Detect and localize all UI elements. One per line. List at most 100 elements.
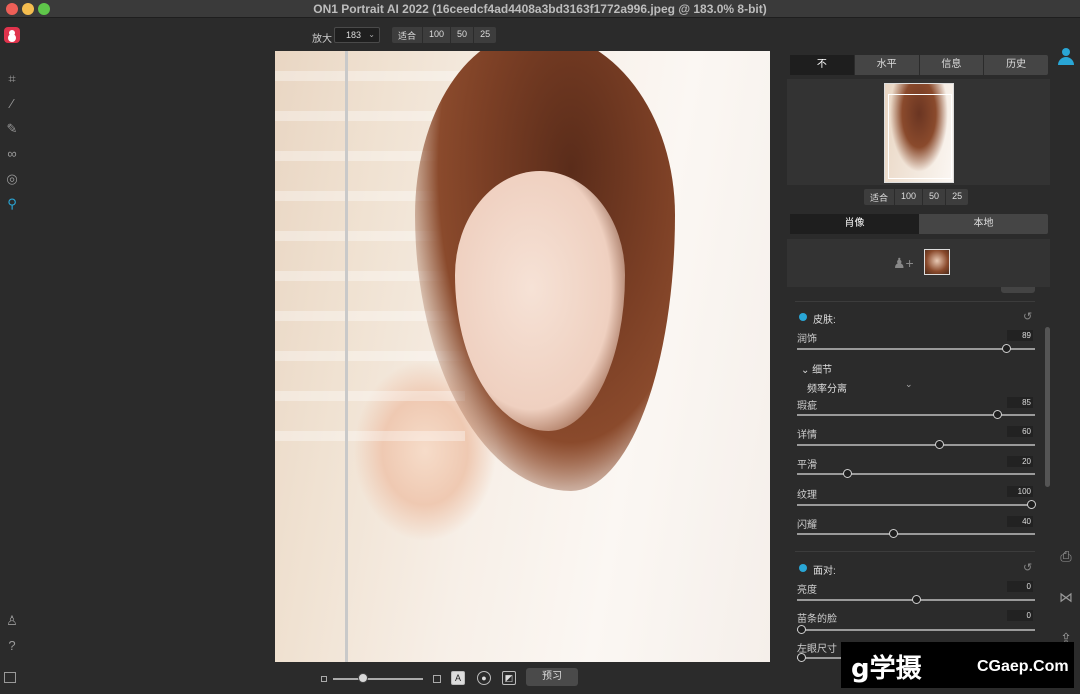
before-after-split-handle[interactable] [345,51,348,662]
slider-knob[interactable] [912,595,921,604]
left-toolbar: ⌗ ⁄ ✎ ∞ ◎ ⚲ ♙ ? [0,51,24,694]
navigator-viewport-frame[interactable] [888,94,952,179]
tab-level[interactable]: 水平 [855,55,920,75]
section-divider [795,551,1035,552]
slider-knob[interactable] [843,469,852,478]
face-thumbnail[interactable] [924,249,950,275]
mode-tabs: 肖像 本地 [790,214,1048,234]
share-icon[interactable]: ⋈ [1057,588,1075,606]
zoom-25-button[interactable]: 25 [474,27,496,43]
zoom-label: 放大 [312,34,332,45]
slider-value[interactable]: 85 [1007,397,1033,408]
blend-icon[interactable]: ∞ [4,146,20,162]
watermark-logo: g学摄 [851,654,922,684]
reset-face-icon[interactable]: ↺ [1023,561,1032,574]
slider-value[interactable]: 20 [1007,456,1033,467]
navigator-zoom-group: 适合 100 50 25 [864,189,969,205]
slider-label: 润饰 [797,334,817,345]
single-view-icon[interactable] [4,672,16,683]
add-face-icon[interactable]: ♟+ [893,255,914,271]
navigator-thumbnail[interactable] [884,83,954,183]
zoom-fit-button[interactable]: 适合 [392,27,424,43]
print-icon[interactable]: ⎙ [1057,547,1075,565]
smooth-slider[interactable] [797,473,1035,475]
help-icon[interactable]: ? [4,638,20,654]
tab-local[interactable]: 本地 [919,214,1048,234]
slider-label: 详情 [797,430,817,441]
thumb-size-slider[interactable] [333,678,423,680]
nav-zoom-fit-button[interactable]: 适合 [864,189,896,205]
reset-skin-icon[interactable]: ↺ [1023,310,1032,323]
slider-label: 纹理 [797,490,817,501]
slider-label: 亮度 [797,585,817,596]
detail-subsection[interactable]: ⌄ 细节 [801,361,832,376]
bottom-toolbar: A ● ◩ 预习 [24,664,787,694]
compare-icon[interactable]: ◩ [502,671,516,685]
fingerprint-icon[interactable]: ◎ [4,171,20,187]
zoom-50-button[interactable]: 50 [451,27,475,43]
nav-zoom-50-button[interactable]: 50 [923,189,947,205]
slider-knob[interactable] [889,529,898,538]
slider-value[interactable]: 60 [1007,426,1033,437]
nav-zoom-100-button[interactable]: 100 [895,189,924,205]
slider-knob[interactable] [1027,500,1036,509]
preview-button[interactable]: 预习 [526,668,578,686]
top-toolbar: 放大 183 ⌄ 适合 100 50 25 [0,19,1080,51]
section-divider [795,301,1035,302]
shine-slider[interactable] [797,533,1035,535]
texture-slider[interactable] [797,504,1035,506]
face-selector: ♟+ [787,239,1050,287]
user-settings-icon[interactable]: ♙ [4,613,20,629]
panel-scrollbar[interactable] [1045,327,1050,487]
skin-section-title: 皮肤: [813,315,836,326]
slider-value[interactable]: 40 [1007,516,1033,527]
large-thumb-icon [433,675,441,683]
slider-value[interactable]: 0 [1007,610,1033,621]
retouch-slider[interactable] [797,348,1035,350]
portrait-app-icon[interactable] [4,27,20,43]
portrait-module-icon[interactable] [1058,48,1074,66]
slider-knob[interactable] [992,410,1002,419]
slider-value[interactable]: 89 [1007,330,1033,341]
adjustment-brush-icon[interactable]: ✎ [4,121,20,137]
tab-none[interactable]: 不 [790,55,855,75]
detail-method-dropdown[interactable]: 频率分离 ⌄ [807,379,913,395]
tab-info[interactable]: 信息 [920,55,985,75]
detail-slider[interactable] [797,444,1035,446]
zoom-100-button[interactable]: 100 [423,27,452,43]
slider-label: 苗条的脸 [797,614,837,625]
thumb-size-knob[interactable] [358,673,368,683]
chevron-down-icon: ⌄ [801,365,813,376]
slim-face-slider[interactable] [797,629,1035,631]
watermark-site: CGaep.Com [977,658,1069,675]
small-thumb-icon [321,676,327,682]
window-title: ON1 Portrait AI 2022 (16ceedcf4ad4408a3b… [313,2,767,16]
zoom-select[interactable]: 183 ⌄ [334,27,380,43]
slider-knob[interactable] [1001,344,1011,353]
tab-history[interactable]: 历史 [984,55,1048,75]
slider-value[interactable]: 100 [1007,486,1033,497]
right-panel: 不 水平 信息 历史 适合 100 50 25 肖像 本地 ♟+ 皮肤: ↺ 润… [787,51,1052,694]
skin-enabled-toggle[interactable] [799,313,807,321]
slider-value[interactable]: 0 [1007,581,1033,592]
collapse-tab[interactable] [1001,287,1035,293]
slider-knob[interactable] [797,625,806,634]
detail-method-value: 频率分离 [807,384,847,395]
nav-zoom-25-button[interactable]: 25 [946,189,968,205]
crop-icon[interactable]: ⌗ [4,71,20,87]
retouch-brush-icon[interactable]: ⁄ [4,96,20,112]
zoom-icon[interactable]: ⚲ [4,196,20,212]
slider-knob[interactable] [935,440,944,449]
slider-label: 平滑 [797,460,817,471]
detail-title: 细节 [812,365,833,376]
portrait-photo[interactable] [275,51,770,662]
chevron-down-icon: ⌄ [368,30,375,39]
text-overlay-icon[interactable]: A [451,671,465,685]
slider-knob[interactable] [797,653,806,662]
slider-label: 闪耀 [797,520,817,531]
face-enabled-toggle[interactable] [799,564,807,572]
slider-label: 瑕疵 [797,401,817,412]
zoom-value: 183 [346,30,362,40]
tab-portrait[interactable]: 肖像 [790,214,919,234]
mask-view-icon[interactable]: ● [477,671,491,685]
